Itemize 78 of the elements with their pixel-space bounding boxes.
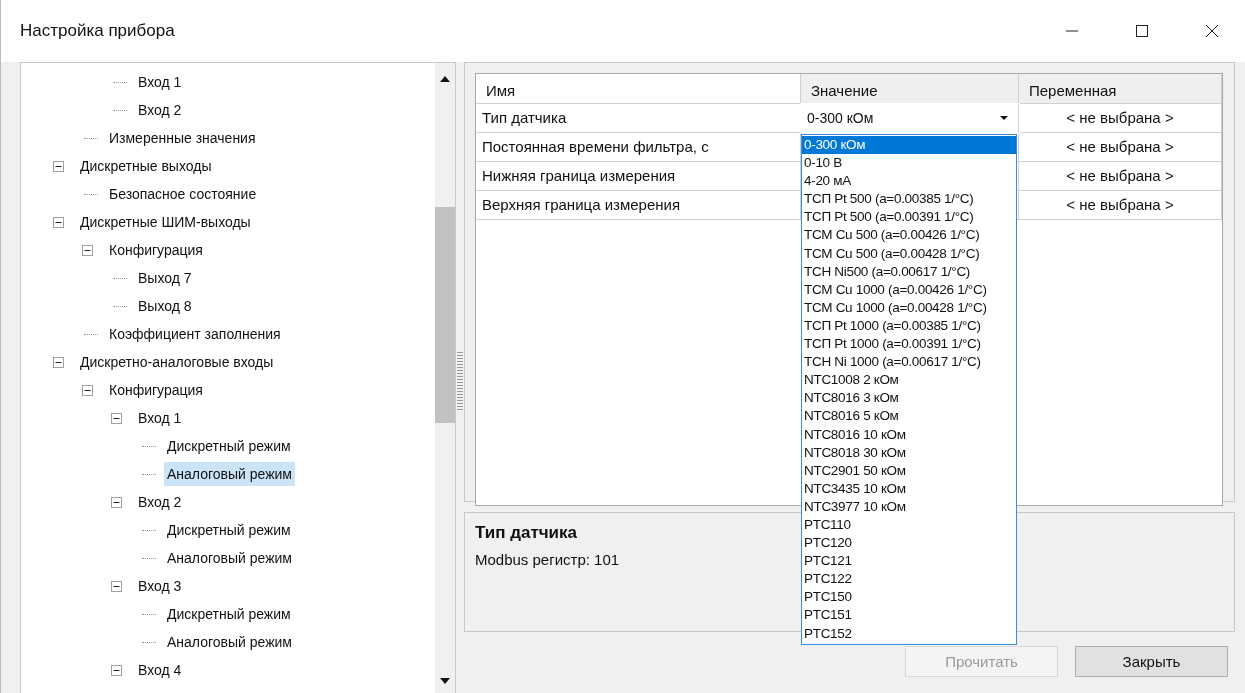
tree-item[interactable]: Аналоговый режим	[164, 462, 295, 486]
tree-item[interactable]: Дискретный режим	[164, 602, 294, 626]
dropdown-option[interactable]: NTC8016 5 кОм	[802, 407, 1016, 426]
dropdown-option[interactable]: NTC8018 30 кОм	[802, 443, 1016, 462]
tree-item[interactable]: Дискретный режим	[164, 518, 294, 542]
variable-cell[interactable]: < не выбрана >	[1019, 104, 1222, 132]
collapse-icon[interactable]	[53, 216, 64, 228]
dropdown-option[interactable]: PTC151	[802, 606, 1016, 625]
maximize-icon[interactable]	[1135, 24, 1149, 38]
dropdown-option[interactable]: PTC121	[802, 552, 1016, 571]
dropdown-option[interactable]: NTC1008 2 кОм	[802, 371, 1016, 390]
caret-icon	[1000, 116, 1008, 120]
tree-item[interactable]: Аналоговый режим	[164, 630, 295, 654]
dropdown-option[interactable]: PTC150	[802, 588, 1016, 607]
collapse-icon[interactable]	[111, 580, 122, 592]
close-icon[interactable]	[1205, 24, 1219, 38]
dropdown-option[interactable]: 0-10 В	[802, 154, 1016, 173]
tree-item[interactable]: Вход 4	[135, 658, 185, 682]
tree-item[interactable]: Вход 3	[135, 574, 185, 598]
collapse-icon[interactable]	[111, 496, 122, 508]
tree-item[interactable]: Вход 1	[135, 406, 185, 430]
tree-item[interactable]: Дискретно-аналоговые входы	[77, 350, 277, 374]
tree-item[interactable]: Вход 2	[135, 490, 185, 514]
dropdown-option[interactable]: ТСН Ni 1000 (a=0.00617 1/°C)	[802, 353, 1016, 372]
collapse-icon[interactable]	[82, 244, 93, 256]
dropdown-option[interactable]: ТСН Ni500 (a=0.00617 1/°C)	[802, 262, 1016, 281]
dialog-button[interactable]: Закрыть	[1075, 646, 1228, 677]
collapse-icon[interactable]	[53, 160, 64, 172]
dropdown-option[interactable]: NTC8016 3 кОм	[802, 389, 1016, 408]
dropdown-option[interactable]: NTC2901 50 кОм	[802, 461, 1016, 480]
scrollbar-thumb[interactable]	[435, 207, 455, 423]
variable-cell[interactable]: < не выбрана >	[1019, 162, 1222, 190]
dropdown-option[interactable]: 4-20 мА	[802, 172, 1016, 191]
tree-item[interactable]: Конфигурация	[106, 238, 206, 262]
tree-item[interactable]: Выход 8	[135, 294, 195, 318]
scroll-down-icon[interactable]	[439, 677, 451, 685]
tree-item[interactable]: Вход 1	[135, 70, 185, 94]
dropdown-option[interactable]: NTC8016 10 кОм	[802, 425, 1016, 444]
dropdown-option[interactable]: PTC110	[802, 515, 1016, 535]
tree-item[interactable]: Выход 7	[135, 266, 195, 290]
dropdown-option[interactable]: NTC3435 10 кОм	[802, 479, 1016, 498]
tree-item[interactable]: Дискретные ШИМ-выходы	[77, 210, 254, 234]
dropdown-option[interactable]: ТСМ Cu 1000 (a=0.00426 1/°C)	[802, 280, 1016, 299]
splitter-grip[interactable]	[457, 352, 463, 412]
column-header[interactable]: Значение	[801, 74, 1019, 104]
tree-item[interactable]: Конфигурация	[106, 378, 206, 402]
description-text: Modbus регистр: 101	[475, 551, 620, 568]
tree-item[interactable]: Коэффициент заполнения	[106, 322, 284, 346]
collapse-icon[interactable]	[111, 664, 122, 676]
dropdown-option[interactable]: PTC122	[802, 570, 1016, 589]
dropdown-option[interactable]: ТСП Pt 1000 (a=0.00385 1/°C)	[802, 316, 1016, 336]
tree-item[interactable]: Аналоговый режим	[164, 546, 295, 570]
tree-item[interactable]: Измеренные значения	[106, 126, 259, 150]
tree-item[interactable]: Вход 2	[135, 98, 185, 122]
dropdown-option[interactable]: NTC3977 10 кОм	[802, 497, 1016, 516]
dropdown-option[interactable]: ТСП Pt 500 (a=0.00385 1/°C)	[802, 190, 1016, 209]
column-header[interactable]: Имя	[476, 74, 801, 104]
scrollbar[interactable]	[435, 63, 455, 693]
tree-item[interactable]: Безопасное состояние	[106, 182, 260, 206]
column-header[interactable]: Переменная	[1019, 74, 1222, 104]
variable-cell[interactable]: < не выбрана >	[1019, 133, 1222, 161]
collapse-icon[interactable]	[53, 356, 64, 368]
dropdown-option[interactable]: ТСМ Cu 500 (a=0.00428 1/°C)	[802, 244, 1016, 263]
description-title: Тип датчика	[475, 523, 578, 543]
tree-item[interactable]: Дискретные выходы	[77, 154, 215, 178]
dropdown-option[interactable]: PTC152	[802, 624, 1016, 643]
dropdown-option[interactable]: ТСМ Cu 1000 (a=0.00428 1/°C)	[802, 298, 1016, 317]
variable-cell[interactable]: < не выбрана >	[1019, 191, 1222, 219]
dropdown-option[interactable]: ТСМ Cu 500 (a=0.00426 1/°C)	[802, 226, 1016, 245]
collapse-icon[interactable]	[111, 412, 122, 424]
dropdown-option[interactable]: ТСП Pt 1000 (a=0.00391 1/°C)	[802, 335, 1016, 354]
scroll-up-icon[interactable]	[439, 75, 451, 83]
collapse-icon[interactable]	[82, 384, 93, 396]
window-title: Настройка прибора	[20, 21, 175, 41]
dropdown-option[interactable]: 0-300 кОм	[802, 136, 1016, 155]
tree-item[interactable]: Дискретный режим	[164, 434, 294, 458]
dropdown-option[interactable]: ТСП Pt 500 (a=0.00391 1/°C)	[802, 208, 1016, 227]
dropdown-option[interactable]: PTC120	[802, 534, 1016, 553]
